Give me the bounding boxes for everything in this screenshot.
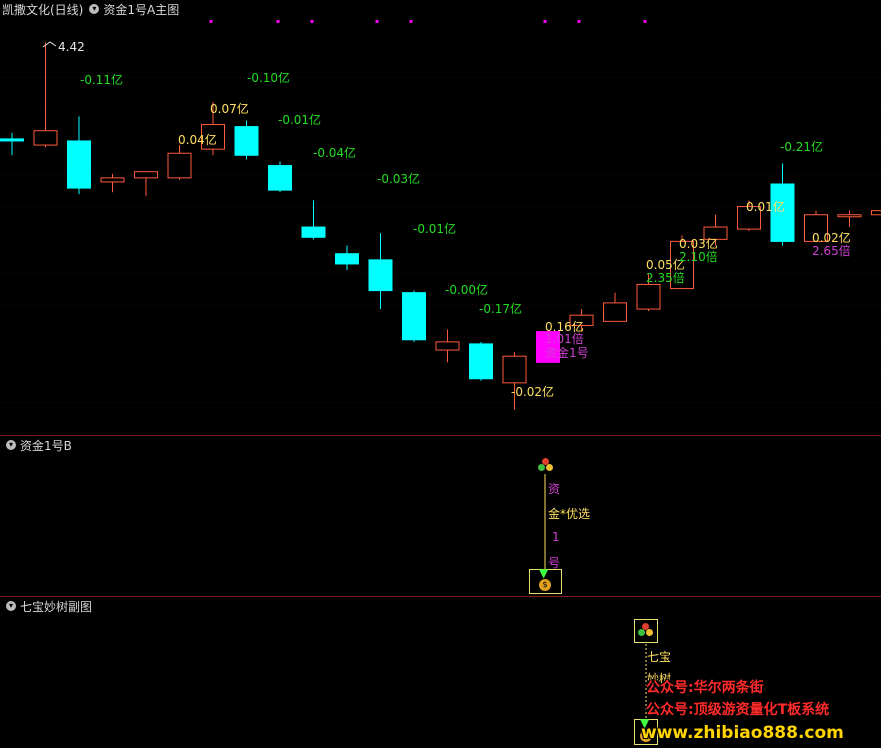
candle-annotation: -0.01亿 <box>413 222 457 236</box>
candle-body <box>0 138 24 142</box>
candle-body <box>301 226 326 238</box>
candle-annotation: 2.10倍 <box>679 250 718 264</box>
candle-annotation: -0.21亿 <box>780 140 824 154</box>
candle-body <box>167 152 192 179</box>
candle-annotation: 0.07亿 <box>210 102 249 116</box>
candle-body <box>871 210 881 216</box>
candle-annotation: 2.35倍 <box>646 271 685 285</box>
tri-balls-icon <box>538 458 554 474</box>
sub2-char-1: 七宝 <box>647 650 672 664</box>
sub-chart-1-panel: ▾ 资金1号B 资 金*优选 1 号 ▼ $ <box>0 436 881 596</box>
candle-annotation: 2.65倍 <box>812 244 851 258</box>
candle-annotation: -0.10亿 <box>247 71 291 85</box>
money-bag-icon: $ <box>539 579 551 591</box>
candle-annotation: -0.03亿 <box>377 172 421 186</box>
candle-annotation: -0.00亿 <box>445 283 489 297</box>
sub1-char-3: 1 <box>552 530 560 544</box>
candle-annotation: -0.04亿 <box>313 146 357 160</box>
candle-body <box>402 292 426 341</box>
candlestick-chart <box>0 20 881 410</box>
signal-box-top <box>634 619 658 643</box>
candle-annotation: -0.11亿 <box>80 73 124 87</box>
arrow-down-icon: ▼ <box>539 566 549 580</box>
candle-body <box>268 165 292 191</box>
candle-annotation: 0.04亿 <box>178 133 217 147</box>
candle-annotation: 资金1号 <box>545 346 589 360</box>
signal-dot <box>409 20 413 23</box>
signal-dot <box>310 20 314 23</box>
high-price-label: 4.42 <box>58 40 85 54</box>
candle-body <box>837 214 862 218</box>
sub1-char-1: 资 <box>548 482 561 496</box>
candle-body <box>435 341 460 351</box>
signal-dot <box>577 20 581 23</box>
signal-dot <box>375 20 379 23</box>
candle-body <box>67 140 91 189</box>
candle-body <box>234 126 259 156</box>
candle-body <box>636 283 661 310</box>
signal-dot <box>276 20 280 23</box>
promo-text-2: 公众号:顶级游资量化T板系统 <box>646 702 830 718</box>
promo-text-1: 公众号:华尔两条街 <box>646 680 764 696</box>
candle-body <box>368 259 393 292</box>
candle-body <box>502 355 527 384</box>
candle-body <box>603 302 627 322</box>
candle-annotation: -0.17亿 <box>479 302 523 316</box>
candle-annotation: 0.01亿 <box>746 200 785 214</box>
main-chart-panel: 凯撒文化(日线) ▾ 资金1号A主图 4.42 -0.11亿 0.04亿 0.07亿… <box>0 0 881 435</box>
sub-chart-1-lines <box>544 474 546 569</box>
candle-body <box>33 130 58 146</box>
candle-body <box>335 253 359 265</box>
candle-annotation: 1.01倍 <box>545 332 584 346</box>
tri-balls-icon <box>638 623 654 639</box>
sub1-char-2: 金*优选 <box>548 507 591 521</box>
signal-box: ▼ $ <box>529 566 562 594</box>
promo-text-3: www.zhibiao888.com <box>641 723 844 743</box>
candle-annotation: -0.02亿 <box>511 385 555 399</box>
candle-body <box>134 171 158 179</box>
candle-body <box>100 177 125 183</box>
signal-dot <box>543 20 547 23</box>
signal-dot <box>643 20 647 23</box>
candle-annotation: -0.01亿 <box>278 113 322 127</box>
signal-dot <box>209 20 213 23</box>
candle-body <box>469 343 493 380</box>
